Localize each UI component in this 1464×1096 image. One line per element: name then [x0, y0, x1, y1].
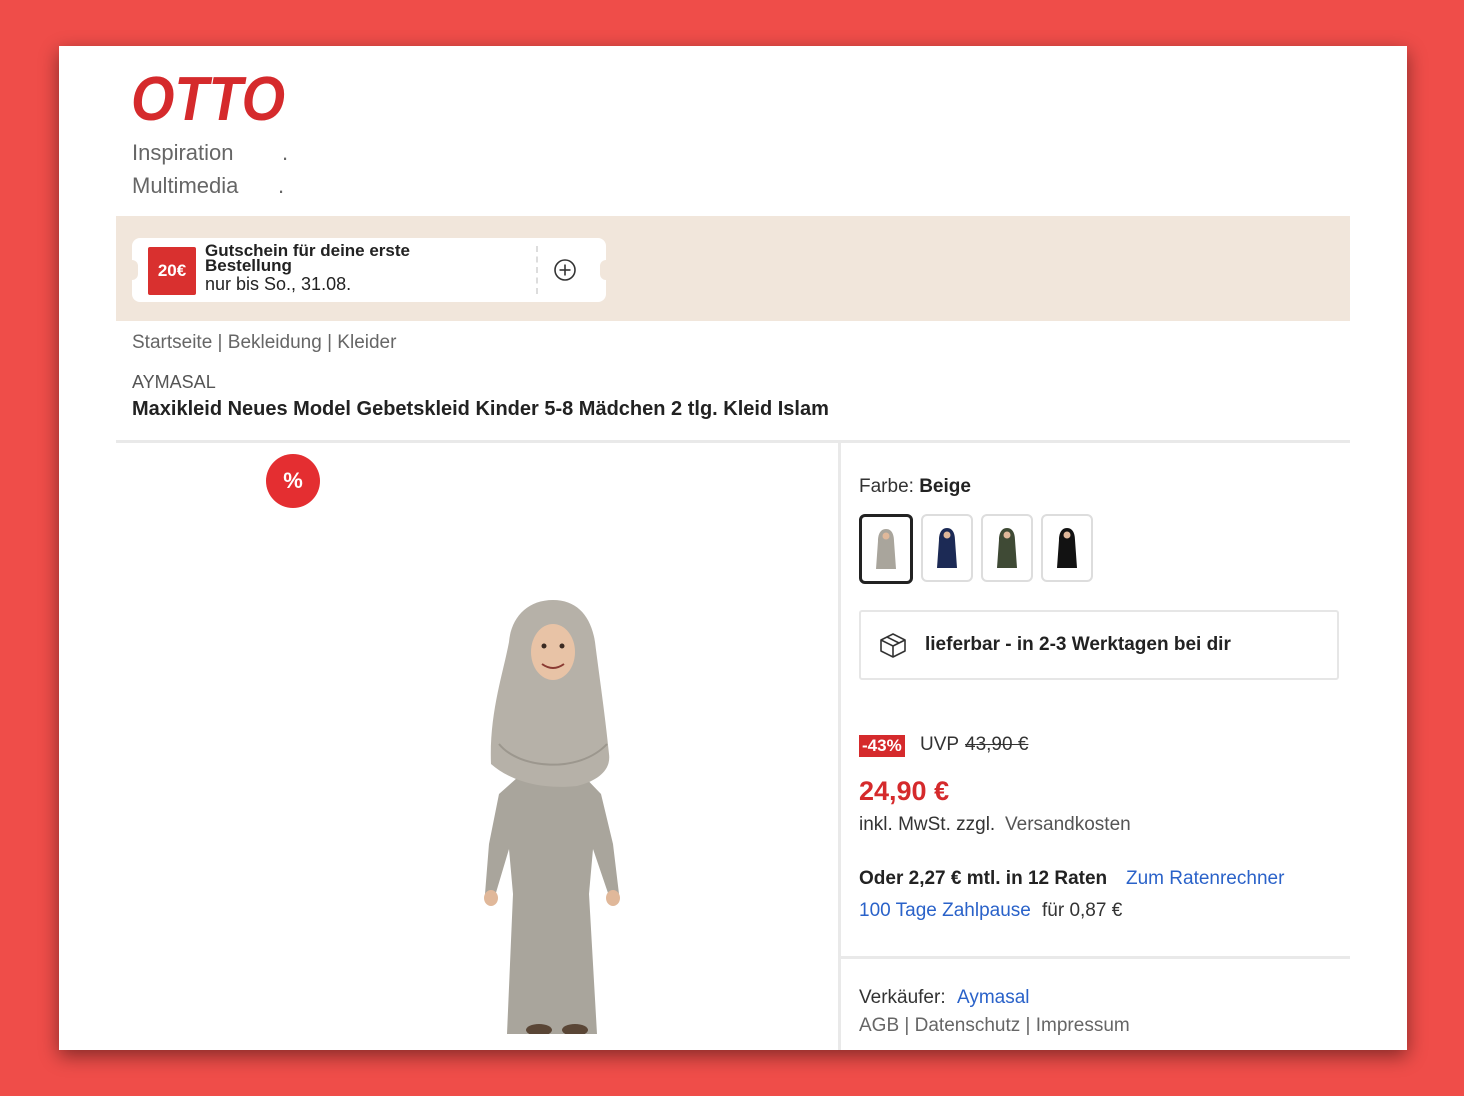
tax-note: inkl. MwSt. zzgl.: [859, 814, 996, 835]
rate-calculator-link[interactable]: Zum Ratenrechner: [1126, 868, 1284, 890]
uvp-old-price: 43,90 €: [965, 734, 1029, 755]
nav-inspiration[interactable]: Inspiration: [132, 140, 234, 166]
product-brand[interactable]: AYMASAL: [132, 372, 216, 393]
breadcrumb-separator: |: [212, 332, 228, 353]
breadcrumb-separator: |: [321, 332, 338, 353]
nav-multimedia[interactable]: Multimedia: [132, 173, 238, 199]
package-icon: [880, 633, 906, 658]
product-page: OTTO Inspiration . Multimedia . 20€ Guts…: [59, 46, 1407, 1050]
plus-circle-icon[interactable]: [553, 258, 577, 282]
color-label: Farbe: Beige: [859, 476, 971, 498]
sale-badge: %: [266, 454, 320, 508]
breadcrumb-startseite[interactable]: Startseite: [132, 332, 212, 353]
delivery-box: lieferbar - in 2-3 Werktagen bei dir: [859, 610, 1339, 680]
breadcrumb-kleider[interactable]: Kleider: [337, 332, 396, 353]
color-swatch-oliv[interactable]: [981, 514, 1033, 582]
coupon-banner: 20€ Gutschein für deine erste Bestellung…: [116, 216, 1350, 321]
swatch-figure: [937, 528, 957, 568]
datenschutz-link[interactable]: Datenschutz: [915, 1015, 1021, 1036]
svg-text:OTTO: OTTO: [131, 68, 285, 128]
color-swatch-beige[interactable]: [859, 514, 913, 584]
breadcrumb-bekleidung[interactable]: Bekleidung: [228, 332, 322, 353]
swatch-figure: [1057, 528, 1077, 568]
swatch-figure: [876, 529, 896, 569]
discount-badge: -43%: [859, 735, 905, 757]
coupon-divider: [536, 246, 538, 294]
coupon-date: nur bis So., 31.08.: [205, 274, 352, 294]
payment-pause-link[interactable]: 100 Tage Zahlpause: [859, 900, 1031, 922]
seller-link[interactable]: Aymasal: [957, 987, 1030, 1009]
coupon-card[interactable]: 20€ Gutschein für deine erste Bestellung…: [126, 238, 612, 302]
shipping-costs-link[interactable]: Versandkosten: [1005, 814, 1131, 836]
impressum-link[interactable]: Impressum: [1036, 1015, 1130, 1036]
swatch-figure: [997, 528, 1017, 568]
agb-link[interactable]: AGB: [859, 1015, 899, 1036]
product-image[interactable]: [429, 594, 719, 1034]
current-price: 24,90 €: [859, 776, 950, 806]
seller-label: Verkäufer:: [859, 987, 946, 1008]
product-title: Maxikleid Neues Model Gebetskleid Kinder…: [132, 398, 829, 420]
payment-pause-fee: für 0,87 €: [1042, 900, 1123, 921]
color-swatch-navy[interactable]: [921, 514, 973, 582]
divider: [841, 956, 1350, 959]
coupon-badge: 20€: [148, 247, 196, 295]
coupon-title: Gutschein für deine erste Bestellung: [205, 241, 410, 275]
color-label-prefix: Farbe:: [859, 476, 920, 497]
delivery-text: lieferbar - in 2-3 Werktagen bei dir: [925, 634, 1231, 655]
uvp-label: UVP: [920, 734, 960, 755]
nav-dot: .: [278, 173, 285, 198]
seller-legal-links: AGB | Datenschutz | Impressum: [859, 1015, 1130, 1036]
breadcrumb: Startseite | Bekleidung | Kleider: [132, 332, 396, 354]
color-swatch-schwarz[interactable]: [1041, 514, 1093, 582]
installment-text: Oder 2,27 € mtl. in 12 Raten: [859, 868, 1108, 889]
divider: [116, 440, 1350, 443]
color-selected-value: Beige: [919, 476, 971, 497]
nav-dot: .: [282, 140, 289, 165]
otto-logo[interactable]: OTTO: [131, 68, 291, 128]
